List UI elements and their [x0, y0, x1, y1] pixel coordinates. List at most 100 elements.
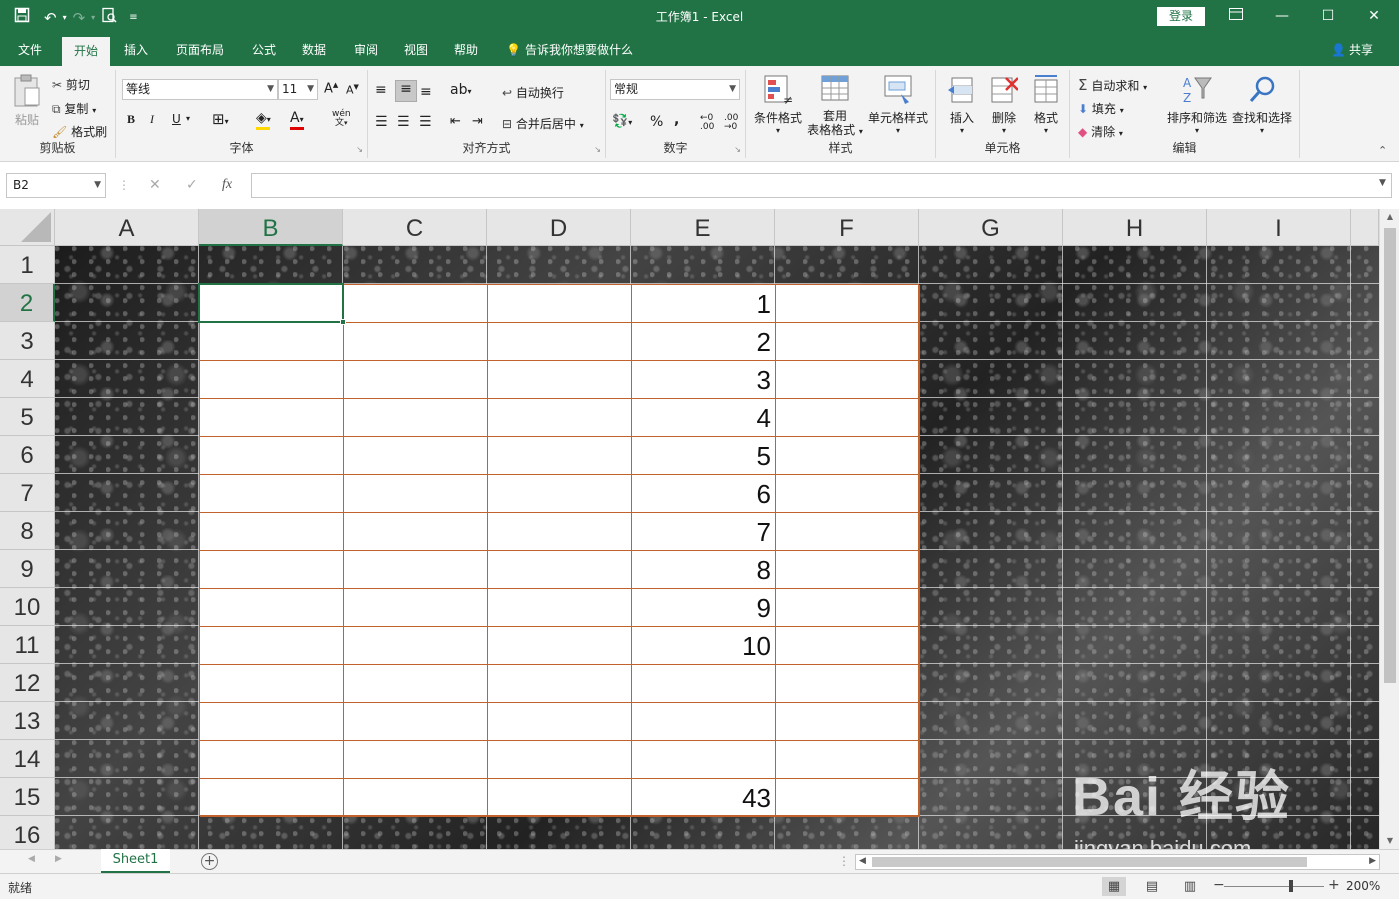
- cell-e6[interactable]: 5: [632, 437, 776, 475]
- format-as-table-button[interactable]: 套用 表格格式 ▾: [804, 74, 866, 139]
- row-header-9[interactable]: 9: [0, 550, 55, 588]
- tell-me-search[interactable]: 💡 告诉我你想要做什么: [506, 34, 633, 66]
- tab-data[interactable]: 数据: [294, 34, 334, 66]
- zoom-slider-thumb[interactable]: [1289, 880, 1293, 892]
- cell-e2[interactable]: 1: [632, 285, 776, 323]
- tab-file[interactable]: 文件: [8, 34, 52, 66]
- row-header-7[interactable]: 7: [0, 474, 55, 512]
- tab-formulas[interactable]: 公式: [244, 34, 284, 66]
- align-middle-icon[interactable]: ≡: [395, 80, 417, 102]
- cell-e9[interactable]: 8: [632, 551, 776, 589]
- page-break-view-icon[interactable]: ▥: [1178, 877, 1202, 896]
- cell-e14[interactable]: [632, 741, 776, 779]
- cell-e15[interactable]: 43: [632, 779, 776, 817]
- wrap-text-button[interactable]: ↩ 自动换行: [502, 84, 564, 101]
- scroll-right-icon[interactable]: ▶: [1369, 856, 1376, 866]
- row-header-6[interactable]: 6: [0, 436, 55, 474]
- ribbon-display-options-icon[interactable]: [1216, 5, 1256, 27]
- format-cells-button[interactable]: 格式 ▾: [1026, 74, 1066, 135]
- column-header-h[interactable]: H: [1063, 209, 1207, 246]
- maximize-icon[interactable]: ☐: [1308, 5, 1348, 27]
- add-sheet-icon[interactable]: +: [201, 853, 218, 870]
- cell-e7[interactable]: 6: [632, 475, 776, 513]
- align-bottom-icon[interactable]: ≡: [420, 84, 432, 100]
- tab-help[interactable]: 帮助: [446, 34, 486, 66]
- normal-view-icon[interactable]: ▦: [1102, 877, 1126, 896]
- column-header-c[interactable]: C: [343, 209, 487, 246]
- column-header-d[interactable]: D: [487, 209, 631, 246]
- horizontal-scrollbar[interactable]: ◀ ▶: [855, 854, 1380, 870]
- scroll-down-icon[interactable]: ▼: [1380, 833, 1399, 849]
- phonetic-button[interactable]: wén 文▾: [332, 110, 351, 128]
- fill-color-icon[interactable]: ◈▾: [256, 110, 271, 130]
- font-size-dropdown[interactable]: 11 ▼: [278, 79, 318, 100]
- conditional-formatting-button[interactable]: ≠ 条件格式 ▾: [750, 74, 806, 135]
- increase-font-icon[interactable]: A▲: [324, 81, 338, 96]
- tab-view[interactable]: 视图: [396, 34, 436, 66]
- select-all-button[interactable]: [0, 209, 55, 246]
- expand-formula-bar-icon[interactable]: ▼: [1379, 178, 1386, 188]
- cell-e12[interactable]: [632, 665, 776, 703]
- page-layout-view-icon[interactable]: ▤: [1140, 877, 1164, 896]
- close-icon[interactable]: ✕: [1354, 5, 1394, 27]
- increase-indent-icon[interactable]: ⇥: [472, 114, 483, 129]
- fill-button[interactable]: ⬇ 填充 ▾: [1078, 100, 1124, 117]
- borders-icon[interactable]: ⊞▾: [212, 110, 229, 128]
- row-header-15[interactable]: 15: [0, 778, 55, 816]
- cell-styles-button[interactable]: 单元格样式 ▾: [866, 74, 930, 135]
- horizontal-scroll-thumb[interactable]: [872, 857, 1307, 867]
- increase-decimal-icon[interactable]: ←0.00: [700, 114, 714, 132]
- number-dialog-launcher-icon[interactable]: ↘: [734, 145, 741, 154]
- fill-handle[interactable]: [340, 319, 346, 325]
- row-header-5[interactable]: 5: [0, 398, 55, 436]
- minimize-icon[interactable]: —: [1262, 5, 1302, 27]
- cell-e11[interactable]: 10: [632, 627, 776, 665]
- cell-e10[interactable]: 9: [632, 589, 776, 627]
- orientation-icon[interactable]: ab▾: [450, 82, 471, 98]
- comma-button[interactable]: ,: [674, 112, 679, 128]
- row-header-3[interactable]: 3: [0, 322, 55, 360]
- name-box[interactable]: B2 ▼: [6, 173, 106, 198]
- scroll-up-icon[interactable]: ▲: [1380, 209, 1399, 225]
- merge-center-button[interactable]: ⊟ 合并后居中 ▾: [502, 115, 584, 132]
- align-top-icon[interactable]: ≡: [375, 82, 387, 98]
- column-header-f[interactable]: F: [775, 209, 919, 246]
- zoom-in-icon[interactable]: +: [1328, 877, 1340, 893]
- underline-button[interactable]: U: [172, 112, 181, 126]
- align-right-icon[interactable]: ☰: [419, 114, 432, 130]
- tab-insert[interactable]: 插入: [116, 34, 156, 66]
- tab-split-grip-icon[interactable]: ⋮: [838, 854, 850, 868]
- tab-review[interactable]: 审阅: [346, 34, 386, 66]
- cell-e8[interactable]: 7: [632, 513, 776, 551]
- column-header-a[interactable]: A: [55, 209, 199, 246]
- row-header-12[interactable]: 12: [0, 664, 55, 702]
- row-header-4[interactable]: 4: [0, 360, 55, 398]
- align-center-icon[interactable]: ☰: [397, 114, 410, 130]
- accounting-format-icon[interactable]: 💱▾: [612, 114, 632, 129]
- sheet-tab-sheet1[interactable]: Sheet1: [101, 849, 170, 873]
- number-format-dropdown[interactable]: 常规 ▼: [610, 79, 740, 100]
- column-header-i[interactable]: I: [1207, 209, 1351, 246]
- decrease-decimal-icon[interactable]: .00 →0: [724, 114, 738, 132]
- sheet-scroll-left-icon[interactable]: ◀: [28, 854, 35, 864]
- zoom-out-icon[interactable]: −: [1213, 877, 1225, 893]
- sort-filter-button[interactable]: AZ 排序和筛选 ▾: [1166, 74, 1228, 135]
- autosum-button[interactable]: Σ 自动求和 ▾: [1078, 76, 1147, 94]
- copy-button[interactable]: ⧉ 复制 ▾: [52, 100, 96, 117]
- vertical-scrollbar[interactable]: ▲ ▼: [1379, 209, 1399, 849]
- align-left-icon[interactable]: ☰: [375, 114, 388, 130]
- underline-dropdown-icon[interactable]: ▾: [186, 114, 190, 123]
- delete-cells-button[interactable]: 删除 ▾: [984, 74, 1024, 135]
- row-header-13[interactable]: 13: [0, 702, 55, 740]
- insert-function-icon[interactable]: fx: [222, 177, 232, 193]
- cut-button[interactable]: ✂ 剪切: [52, 76, 90, 93]
- decrease-font-icon[interactable]: A▼: [346, 83, 359, 97]
- zoom-slider[interactable]: [1224, 886, 1324, 887]
- active-cell-b2[interactable]: [198, 283, 346, 325]
- font-color-icon[interactable]: A▾: [290, 110, 304, 130]
- alignment-dialog-launcher-icon[interactable]: ↘: [594, 145, 601, 154]
- find-select-button[interactable]: 查找和选择 ▾: [1230, 74, 1294, 135]
- row-header-14[interactable]: 14: [0, 740, 55, 778]
- row-header-10[interactable]: 10: [0, 588, 55, 626]
- row-header-8[interactable]: 8: [0, 512, 55, 550]
